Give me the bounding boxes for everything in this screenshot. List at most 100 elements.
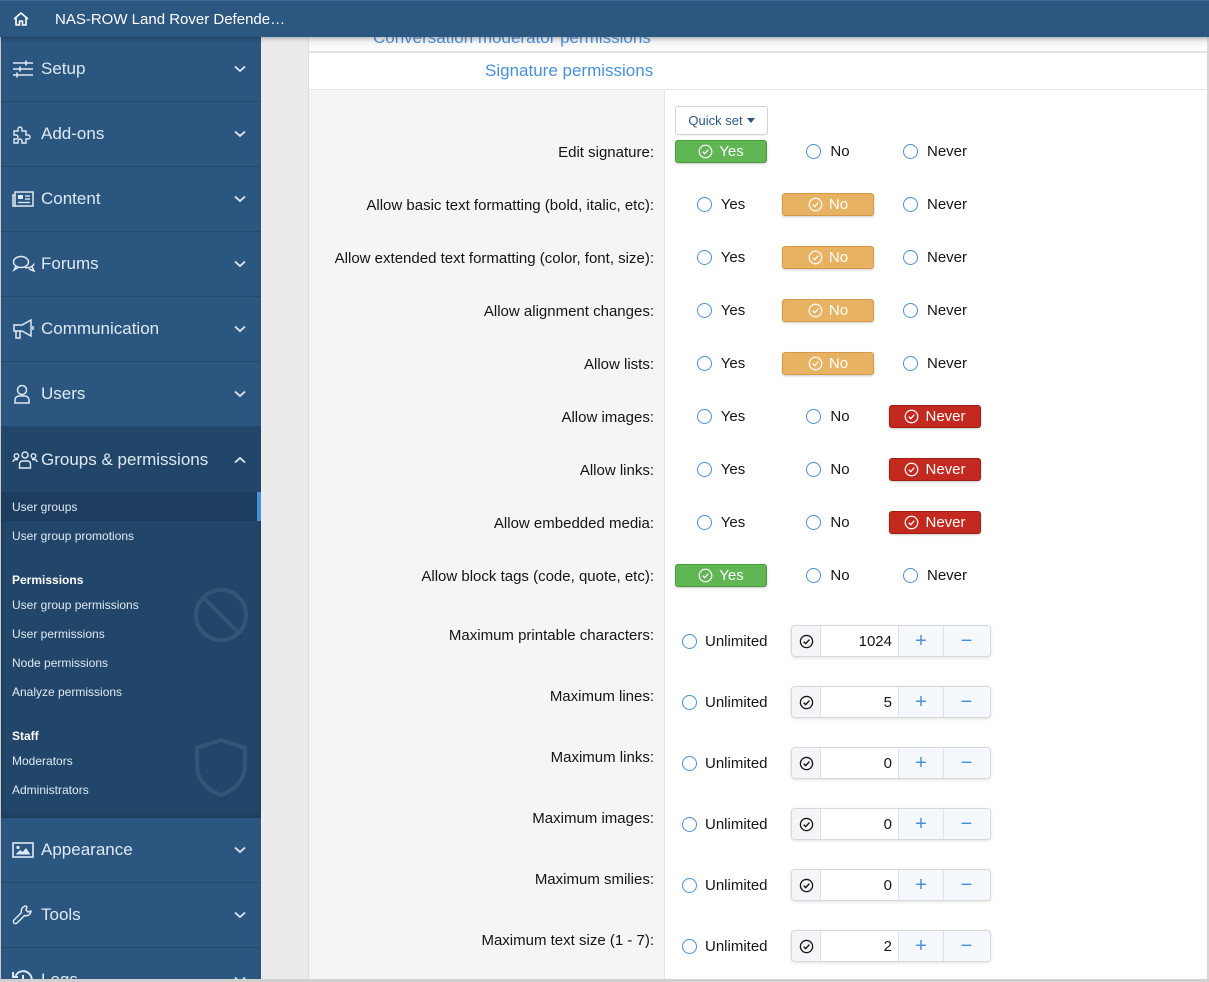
option-yes[interactable]: Yes: [675, 140, 767, 163]
quick-set-button[interactable]: Quick set: [675, 106, 768, 135]
sidebar-item-forums[interactable]: Forums: [1, 232, 261, 297]
option-no[interactable]: No: [782, 299, 874, 322]
option-no[interactable]: No: [782, 564, 874, 587]
option-no[interactable]: No: [782, 405, 874, 428]
option-never[interactable]: Never: [889, 299, 981, 322]
unlimited-option[interactable]: Unlimited: [682, 694, 791, 711]
previous-section-header[interactable]: Conversation moderator permissions: [309, 37, 1209, 53]
radio-button[interactable]: [696, 303, 712, 318]
decrement-button[interactable]: −: [944, 687, 989, 717]
radio-button[interactable]: [682, 755, 697, 771]
limit-enabled-toggle[interactable]: [792, 809, 821, 839]
radio-button[interactable]: [682, 633, 697, 649]
limit-enabled-toggle[interactable]: [792, 870, 821, 900]
unlimited-option[interactable]: Unlimited: [682, 633, 791, 650]
limit-value-input[interactable]: 1024: [821, 626, 899, 656]
radio-button[interactable]: [696, 462, 712, 477]
limit-value-input[interactable]: 2: [821, 931, 899, 961]
increment-button[interactable]: +: [899, 687, 944, 717]
radio-button[interactable]: [696, 356, 712, 371]
option-never[interactable]: Never: [889, 458, 981, 481]
sub-link-user-permissions[interactable]: User permissions: [1, 619, 261, 648]
limit-value-input[interactable]: 0: [821, 870, 899, 900]
sidebar-item-groups-permissions[interactable]: Groups & permissions: [1, 427, 261, 492]
radio-button[interactable]: [806, 462, 822, 477]
sub-link-analyze-permissions[interactable]: Analyze permissions: [1, 677, 261, 706]
option-yes[interactable]: Yes: [675, 193, 767, 216]
option-never[interactable]: Never: [889, 405, 981, 428]
radio-button[interactable]: [902, 303, 918, 318]
unlimited-option[interactable]: Unlimited: [682, 755, 791, 772]
option-never[interactable]: Never: [889, 193, 981, 216]
unlimited-option[interactable]: Unlimited: [682, 816, 791, 833]
home-button[interactable]: [0, 11, 42, 27]
radio-button[interactable]: [682, 816, 697, 832]
radio-button[interactable]: [902, 144, 918, 159]
radio-button[interactable]: [902, 250, 918, 265]
radio-button[interactable]: [696, 409, 712, 424]
option-no[interactable]: No: [782, 193, 874, 216]
radio-button[interactable]: [902, 197, 918, 212]
radio-button[interactable]: [682, 694, 697, 710]
sidebar-item-content[interactable]: Content: [1, 167, 261, 232]
sub-link-user-group-promotions[interactable]: User group promotions: [1, 521, 261, 550]
option-yes[interactable]: Yes: [675, 458, 767, 481]
option-no[interactable]: No: [782, 511, 874, 534]
option-yes[interactable]: Yes: [675, 564, 767, 587]
option-never[interactable]: Never: [889, 246, 981, 269]
radio-button[interactable]: [682, 938, 697, 954]
increment-button[interactable]: +: [899, 626, 944, 656]
decrement-button[interactable]: −: [944, 748, 989, 778]
option-never[interactable]: Never: [889, 352, 981, 375]
sub-link-user-group-permissions[interactable]: User group permissions: [1, 590, 261, 619]
decrement-button[interactable]: −: [944, 870, 989, 900]
sidebar-item-tools[interactable]: Tools: [1, 883, 261, 948]
radio-button[interactable]: [902, 356, 918, 371]
limit-enabled-toggle[interactable]: [792, 748, 821, 778]
decrement-button[interactable]: −: [944, 931, 989, 961]
radio-button[interactable]: [682, 877, 697, 893]
limit-value-input[interactable]: 5: [821, 687, 899, 717]
radio-button[interactable]: [806, 409, 822, 424]
radio-button[interactable]: [902, 568, 918, 583]
sub-link-administrators[interactable]: Administrators: [1, 775, 261, 804]
sidebar-item-communication[interactable]: Communication: [1, 297, 261, 362]
option-yes[interactable]: Yes: [675, 246, 767, 269]
radio-button[interactable]: [806, 144, 822, 159]
increment-button[interactable]: +: [899, 870, 944, 900]
limit-enabled-toggle[interactable]: [792, 931, 821, 961]
sidebar-item-logs[interactable]: Logs: [1, 948, 261, 982]
sub-link-node-permissions[interactable]: Node permissions: [1, 648, 261, 677]
option-yes[interactable]: Yes: [675, 405, 767, 428]
option-no[interactable]: No: [782, 352, 874, 375]
radio-button[interactable]: [806, 568, 822, 583]
radio-button[interactable]: [806, 515, 822, 530]
decrement-button[interactable]: −: [944, 626, 989, 656]
option-no[interactable]: No: [782, 458, 874, 481]
sidebar-item-appearance[interactable]: Appearance: [1, 818, 261, 883]
sub-link-moderators[interactable]: Moderators: [1, 746, 261, 775]
option-never[interactable]: Never: [889, 511, 981, 534]
limit-value-input[interactable]: 0: [821, 809, 899, 839]
option-never[interactable]: Never: [889, 564, 981, 587]
radio-button[interactable]: [696, 250, 712, 265]
option-yes[interactable]: Yes: [675, 299, 767, 322]
option-no[interactable]: No: [782, 140, 874, 163]
decrement-button[interactable]: −: [944, 809, 989, 839]
radio-button[interactable]: [696, 515, 712, 530]
unlimited-option[interactable]: Unlimited: [682, 938, 791, 955]
increment-button[interactable]: +: [899, 931, 944, 961]
sub-link-user-groups[interactable]: User groups: [1, 492, 261, 521]
limit-value-input[interactable]: 0: [821, 748, 899, 778]
radio-button[interactable]: [696, 197, 712, 212]
board-title[interactable]: NAS-ROW Land Rover Defende…: [55, 11, 285, 28]
option-yes[interactable]: Yes: [675, 511, 767, 534]
increment-button[interactable]: +: [899, 809, 944, 839]
option-never[interactable]: Never: [889, 140, 981, 163]
unlimited-option[interactable]: Unlimited: [682, 877, 791, 894]
option-no[interactable]: No: [782, 246, 874, 269]
increment-button[interactable]: +: [899, 748, 944, 778]
sidebar-item-users[interactable]: Users: [1, 362, 261, 427]
option-yes[interactable]: Yes: [675, 352, 767, 375]
section-title[interactable]: Signature permissions: [309, 53, 1209, 90]
